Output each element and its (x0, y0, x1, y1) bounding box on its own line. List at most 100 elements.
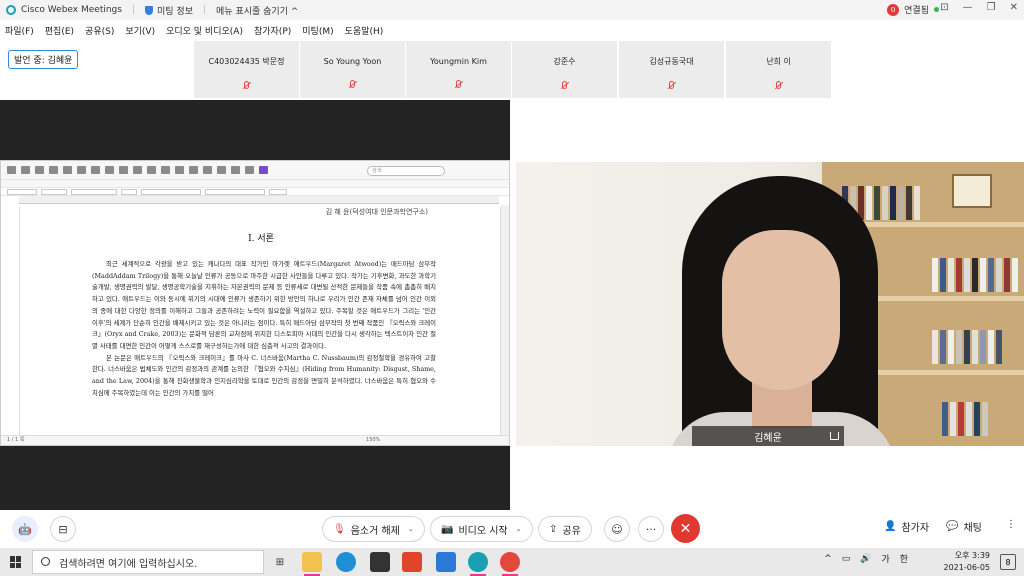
connection-status[interactable]: 0 연결됨 (887, 3, 939, 16)
minimize-icon[interactable]: — (963, 2, 973, 13)
share-label: 공유 (562, 525, 581, 537)
participant-tile[interactable]: 강준수 (512, 41, 617, 98)
font-select[interactable] (71, 188, 117, 195)
captions-icon[interactable]: ⊟ (50, 516, 76, 542)
close-window-icon[interactable]: ✕ (1010, 2, 1018, 13)
speaker-icon[interactable]: 🔊 (860, 554, 871, 564)
muted-mic-icon (350, 80, 355, 88)
notification-center-icon[interactable]: 8 (1000, 554, 1016, 570)
edge-icon[interactable] (336, 552, 356, 572)
note-icon[interactable] (217, 166, 226, 174)
layout-icon[interactable]: ⊡ (940, 2, 948, 13)
participant-tile[interactable]: So Young Yoon (300, 41, 405, 98)
menu-item-participants[interactable]: 참가자(P) (254, 24, 291, 37)
meeting-info-button[interactable]: 미팅 정보 (157, 4, 193, 17)
menu-item-edit[interactable]: 편집(E) (45, 24, 74, 37)
popout-icon[interactable] (830, 432, 839, 440)
office-icon[interactable] (402, 552, 422, 572)
muted-mic-icon (669, 81, 674, 89)
end-meeting-button[interactable]: ✕ (671, 514, 700, 543)
zoom-level[interactable]: 150% (366, 437, 380, 443)
paste-icon[interactable] (105, 166, 114, 174)
page-header: 김 혜 윤(덕성여대 인문과학연구소) (325, 208, 428, 216)
start-video-label: 비디오 시작 (458, 525, 508, 537)
chevron-down-icon[interactable]: ⌄ (408, 525, 414, 533)
style-select[interactable] (7, 188, 37, 195)
hide-menu-button[interactable]: 메뉴 표시줄 숨기기 ^ (216, 4, 298, 17)
shape-icon[interactable] (175, 166, 184, 174)
more-options-button[interactable]: ··· (638, 516, 664, 542)
cut-icon[interactable] (77, 166, 86, 174)
format-bar (1, 187, 509, 196)
reactions-icon[interactable]: ☺ (604, 516, 630, 542)
participant-tile[interactable]: 난희 이 (726, 41, 831, 98)
size-select[interactable] (121, 188, 137, 195)
align-buttons[interactable] (205, 188, 265, 195)
webex-assistant-icon[interactable]: 🤖 (12, 516, 38, 542)
format-buttons[interactable] (141, 188, 201, 195)
menu-item-audio-video[interactable]: 오디오 및 비디오(A) (166, 24, 243, 37)
zoom-select[interactable] (269, 188, 287, 195)
chrome-icon[interactable] (500, 552, 520, 576)
chat-panel-button[interactable]: 💬 채팅 (946, 519, 982, 534)
muted-mic-icon (244, 81, 249, 89)
menu-item-file[interactable]: 파일(F) (5, 24, 34, 37)
menu-item-view[interactable]: 보기(V) (125, 24, 155, 37)
participants-panel-button[interactable]: 👤 참가자 (884, 519, 929, 534)
task-view-icon[interactable]: ⊞ (270, 552, 290, 572)
store-icon[interactable] (370, 552, 390, 572)
speaker-video[interactable] (516, 162, 1024, 446)
date-icon[interactable] (245, 166, 254, 174)
restore-icon[interactable]: ❐ (987, 2, 996, 13)
menu-bar: 파일(F) 편집(E) 공유(S) 보기(V) 오디오 및 비디오(A) 참가자… (0, 20, 1024, 40)
participant-tile[interactable]: Youngmin Kim (406, 41, 511, 98)
font-lang-select[interactable] (41, 188, 67, 195)
doc-scrollbar[interactable] (501, 205, 509, 435)
start-video-button[interactable]: 📷 비디오 시작 ⌄ (430, 516, 533, 542)
menu-item-share[interactable]: 공유(S) (85, 24, 114, 37)
preview-icon[interactable] (63, 166, 72, 174)
taskbar-search-placeholder: 검색하려면 여기에 입력하십시오. (59, 558, 198, 570)
file-explorer-icon[interactable] (302, 552, 322, 576)
network-icon[interactable]: ▭ (842, 554, 851, 564)
webex-taskbar-icon[interactable] (468, 552, 488, 576)
chevron-down-icon[interactable]: ⌄ (516, 525, 522, 533)
panel-more-icon[interactable]: ⋮ (1006, 519, 1016, 530)
participant-tile[interactable]: C403024435 박문정 (194, 41, 299, 98)
title-divider: | (202, 5, 207, 15)
textbox-icon[interactable] (203, 166, 212, 174)
taskbar-search-input[interactable]: 검색하려면 여기에 입력하십시오. (32, 550, 264, 574)
open-icon[interactable] (21, 166, 30, 174)
windows-start-icon[interactable] (10, 556, 22, 568)
participant-name: C403024435 박문정 (208, 57, 285, 66)
share-icon: ⇪ (549, 523, 558, 535)
participant-tile[interactable]: 김성규동국대 (619, 41, 724, 98)
taskbar-clock[interactable]: 오후 3:39 2021-06-05 (920, 550, 991, 574)
undo-icon[interactable] (119, 166, 128, 174)
save-icon[interactable] (35, 166, 44, 174)
participant-name: 강준수 (553, 57, 576, 66)
connection-label: 연결됨 (904, 6, 929, 16)
menu-item-help[interactable]: 도움말(H) (345, 24, 384, 37)
document-page[interactable]: 김 혜 윤(덕성여대 인문과학연구소) Ⅰ. 서론 최근 세계적으로 각광을 받… (19, 207, 501, 435)
print-icon[interactable] (49, 166, 58, 174)
doc-search-input[interactable]: 검색 (367, 166, 445, 176)
copy-icon[interactable] (91, 166, 100, 174)
unmute-button[interactable]: 🎙 음소거 해제 ⌄ (322, 516, 425, 542)
menu-item-meeting[interactable]: 미팅(M) (302, 24, 333, 37)
redo-icon[interactable] (133, 166, 142, 174)
highlight-icon[interactable] (259, 166, 268, 174)
share-button[interactable]: ⇪ 공유 (538, 516, 592, 542)
symbol-icon[interactable] (231, 166, 240, 174)
ruler[interactable] (19, 196, 499, 204)
picture-frame (952, 174, 992, 208)
clock-date: 2021-06-05 (943, 563, 991, 572)
mail-icon[interactable] (436, 552, 456, 572)
tray-expand-icon[interactable]: ^ (824, 554, 832, 564)
chart-icon[interactable] (161, 166, 170, 174)
ime-indicator[interactable]: 가 (881, 552, 889, 565)
image-icon[interactable] (189, 166, 198, 174)
new-doc-icon[interactable] (7, 166, 16, 174)
language-indicator[interactable]: 한 (900, 552, 908, 565)
table-icon[interactable] (147, 166, 156, 174)
